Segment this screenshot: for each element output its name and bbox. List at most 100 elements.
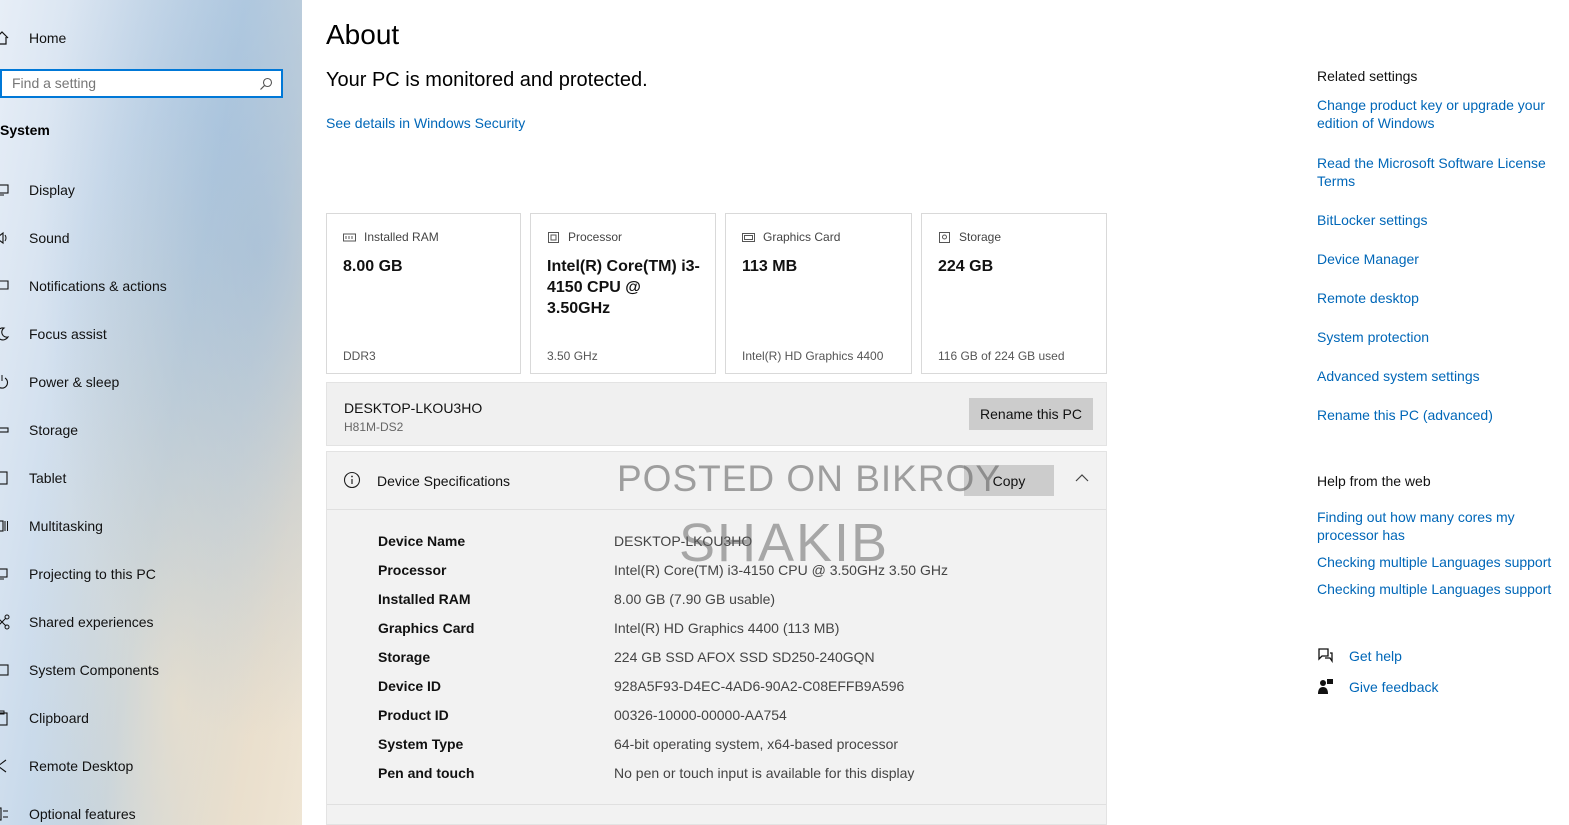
share-icon — [0, 614, 10, 630]
pc-name-panel: DESKTOP-LKOU3HO H81M-DS2 Rename this PC — [326, 382, 1107, 446]
features-icon — [0, 807, 8, 821]
related-link-advanced-system[interactable]: Advanced system settings — [1317, 367, 1562, 385]
windows-security-link[interactable]: See details in Windows Security — [326, 115, 525, 131]
card-header-label: Processor — [568, 230, 623, 244]
sidebar-item-label: Display — [29, 182, 75, 198]
feedback-icon — [1318, 679, 1333, 694]
related-link-license-terms[interactable]: Read the Microsoft Software License Term… — [1317, 154, 1562, 190]
get-help-link[interactable]: Get help — [1349, 648, 1402, 664]
drive-icon — [0, 427, 9, 433]
help-link-cores[interactable]: Finding out how many cores my processor … — [1317, 508, 1547, 544]
sidebar-item-label: Remote Desktop — [29, 758, 134, 774]
spec-value: 224 GB SSD AFOX SSD SD250-240GQN — [614, 649, 875, 665]
spec-key: Product ID — [378, 707, 449, 723]
related-link-remote-desktop[interactable]: Remote desktop — [1317, 289, 1562, 307]
related-link-device-manager[interactable]: Device Manager — [1317, 250, 1562, 268]
power-icon — [0, 375, 9, 389]
get-help-icon — [1318, 648, 1333, 664]
protection-status: Your PC is monitored and protected. — [326, 69, 648, 91]
message-icon — [0, 280, 9, 290]
ram-icon — [343, 233, 356, 241]
card-footer: 3.50 GHz — [547, 349, 598, 363]
projector-icon — [0, 568, 8, 580]
sidebar-item-label: Projecting to this PC — [29, 566, 156, 582]
pc-model: H81M-DS2 — [344, 420, 404, 434]
device-specifications-title: Device Specifications — [377, 473, 511, 489]
search-box[interactable] — [0, 69, 283, 98]
spec-key: Device ID — [378, 678, 442, 694]
card-header-label: Storage — [959, 230, 1002, 244]
sidebar-item-label: Notifications & actions — [29, 278, 167, 294]
spec-key: Installed RAM — [378, 591, 471, 607]
divider — [327, 804, 1106, 805]
clipboard-icon — [0, 710, 8, 726]
spec-key: Processor — [378, 562, 447, 578]
help-link-languages[interactable]: Checking multiple Languages support — [1317, 553, 1562, 571]
card-header: Storage — [938, 230, 1001, 244]
sidebar-item-label: Optional features — [29, 806, 136, 822]
sidebar-section-title: System — [0, 122, 50, 138]
get-help-row[interactable]: Get help — [1317, 647, 1402, 664]
give-feedback-row[interactable]: Give feedback — [1317, 678, 1439, 695]
card-header: Graphics Card — [742, 230, 840, 244]
sidebar-item-label: Storage — [29, 422, 79, 438]
spec-value: DESKTOP-LKOU3HO — [614, 533, 753, 549]
spec-key: Device Name — [378, 533, 466, 549]
copy-button[interactable]: Copy — [964, 465, 1054, 496]
card-value: 224 GB — [938, 258, 994, 275]
sidebar-item-label: Clipboard — [29, 710, 89, 726]
settings-sidebar: Home System Display Sound Notifications … — [0, 0, 302, 825]
graphics-card-icon — [742, 232, 755, 242]
monitor-icon — [0, 184, 9, 196]
card-value: Intel(R) Core(TM) i3-4150 CPU @ 3.50GHz — [547, 258, 700, 317]
card-footer: DDR3 — [343, 349, 376, 363]
spec-value: Intel(R) Core(TM) i3-4150 CPU @ 3.50GHz … — [614, 562, 948, 578]
related-settings-title: Related settings — [1317, 68, 1418, 84]
sidebar-item-label: Focus assist — [29, 326, 107, 342]
card-graphics: Graphics Card 113 MB Intel(R) HD Graphic… — [725, 213, 912, 374]
spec-key: System Type — [378, 736, 464, 752]
sidebar-item-label: Shared experiences — [29, 614, 154, 630]
card-header: Installed RAM — [343, 230, 439, 244]
card-processor: Processor Intel(R) Core(TM) i3-4150 CPU … — [530, 213, 716, 374]
card-header-label: Graphics Card — [763, 230, 841, 244]
pc-name: DESKTOP-LKOU3HO — [344, 400, 483, 416]
info-icon — [343, 471, 361, 489]
help-from-web-title: Help from the web — [1317, 473, 1431, 489]
sidebar-item-label: System Components — [29, 662, 159, 678]
related-link-system-protection[interactable]: System protection — [1317, 328, 1562, 346]
spec-key: Storage — [378, 649, 431, 665]
card-installed-ram: Installed RAM 8.00 GB DDR3 — [326, 213, 521, 374]
spec-value: 928A5F93-D4EC-4AD6-90A2-C08EFFB9A596 — [614, 678, 905, 694]
moon-icon — [0, 327, 10, 341]
chevron-up-icon[interactable] — [1075, 473, 1089, 483]
rename-pc-button[interactable]: Rename this PC — [969, 398, 1093, 430]
related-link-bitlocker[interactable]: BitLocker settings — [1317, 211, 1562, 229]
card-value: 8.00 GB — [343, 258, 403, 275]
sidebar-item-label: Sound — [29, 230, 70, 246]
home-icon — [0, 31, 9, 45]
card-header-label: Installed RAM — [364, 230, 439, 244]
related-link-rename-advanced[interactable]: Rename this PC (advanced) — [1317, 406, 1562, 424]
sidebar-item-label: Tablet — [29, 470, 67, 486]
storage-icon — [939, 231, 950, 243]
spec-key: Graphics Card — [378, 620, 475, 636]
spec-value: 64-bit operating system, x64-based proce… — [614, 736, 899, 752]
related-link-product-key[interactable]: Change product key or upgrade your editi… — [1317, 96, 1562, 132]
processor-icon — [548, 231, 559, 243]
help-link-languages-2[interactable]: Checking multiple Languages support — [1317, 580, 1562, 598]
device-specifications-panel: Device Specifications Copy POSTED ON BIK… — [326, 451, 1107, 825]
remote-icon — [0, 759, 7, 773]
search-icon[interactable] — [259, 77, 273, 91]
sidebar-item-label: Power & sleep — [29, 374, 120, 390]
page-title: About — [326, 19, 400, 50]
components-icon — [0, 664, 9, 676]
device-specifications-header[interactable]: Device Specifications Copy — [327, 452, 1106, 510]
card-header: Processor — [547, 230, 622, 244]
spec-key: Pen and touch — [378, 765, 475, 781]
give-feedback-link[interactable]: Give feedback — [1349, 679, 1439, 695]
spec-value: Intel(R) HD Graphics 4400 (113 MB) — [614, 620, 840, 636]
speaker-icon — [0, 231, 7, 245]
card-storage: Storage 224 GB 116 GB of 224 GB used — [921, 213, 1107, 374]
search-input[interactable] — [2, 71, 252, 95]
